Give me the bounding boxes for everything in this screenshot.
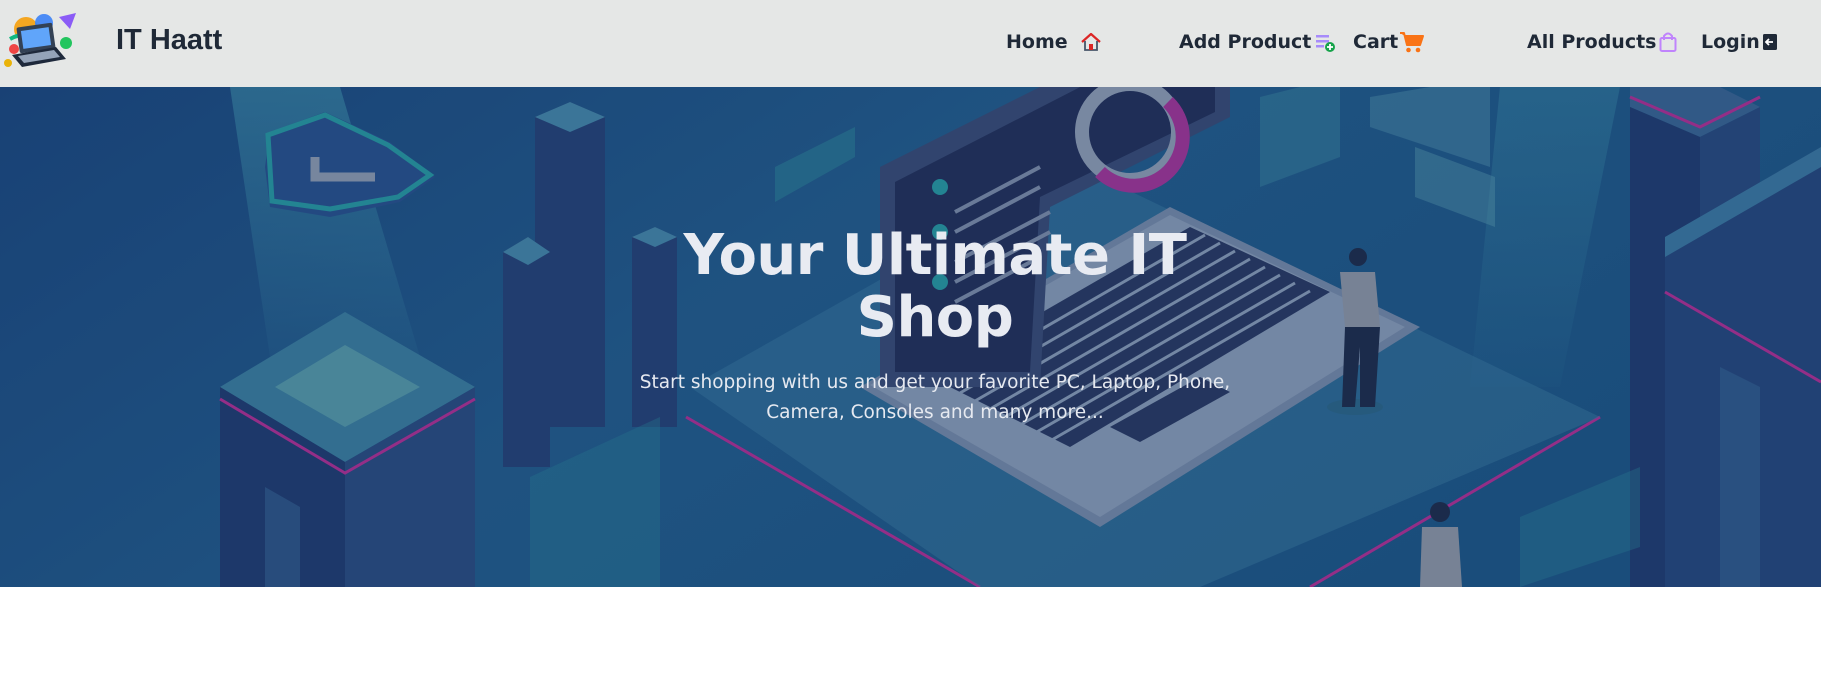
nav-add-product-label: Add Product (1179, 31, 1312, 53)
hero-subtitle: Start shopping with us and get your favo… (630, 368, 1240, 428)
brand-name[interactable]: IT Haatt (116, 22, 222, 58)
nav-cart-label: Cart (1353, 31, 1399, 53)
hero-title: Your Ultimate IT Shop (600, 225, 1270, 349)
navbar: IT Haatt Home Add Product Cart All Produ… (0, 0, 1821, 87)
login-icon (1762, 33, 1778, 51)
nav-all-products[interactable]: All Products (1527, 26, 1678, 58)
hero-title-line-2: Shop (856, 285, 1014, 350)
add-product-icon (1314, 31, 1336, 53)
home-icon (1080, 31, 1102, 53)
nav-login-label: Login (1701, 31, 1760, 53)
cart-icon (1399, 30, 1425, 54)
nav-home-label: Home (1006, 31, 1068, 53)
brand-logo[interactable] (4, 9, 84, 75)
hero-banner: Your Ultimate IT Shop Start shopping wit… (0, 87, 1821, 587)
nav-add-product[interactable]: Add Product (1179, 26, 1336, 58)
hero-subtitle-line-2: Camera, Consoles and many more... (766, 402, 1104, 423)
hero-subtitle-line-1: Start shopping with us and get your favo… (639, 372, 1231, 393)
nav-all-products-label: All Products (1527, 31, 1657, 53)
nav-cart[interactable]: Cart (1353, 26, 1425, 58)
hero-title-line-1: Your Ultimate IT (683, 223, 1187, 288)
nav-home[interactable]: Home (1006, 26, 1102, 58)
nav-login[interactable]: Login (1701, 26, 1778, 58)
shopping-bag-icon (1658, 31, 1678, 53)
